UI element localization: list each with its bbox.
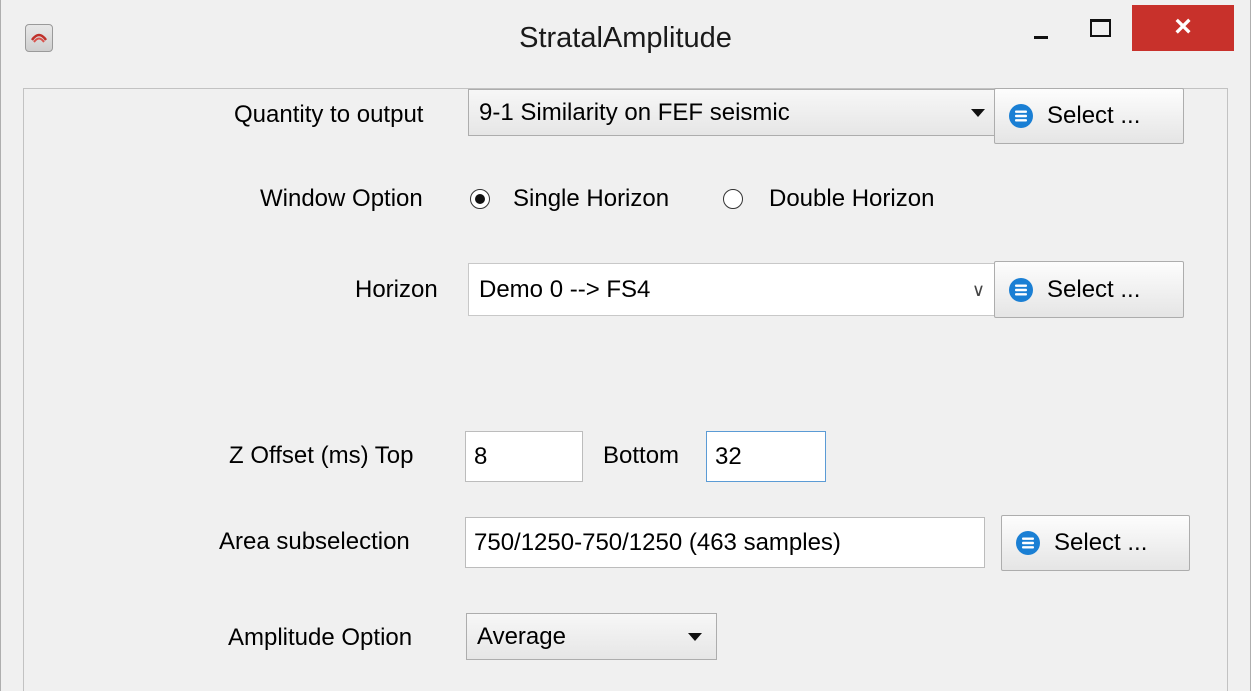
z-offset-bottom-field[interactable] <box>706 431 826 482</box>
minimize-button[interactable] <box>1012 6 1067 50</box>
horizon-select-button[interactable]: Select ... <box>994 261 1184 318</box>
close-button[interactable]: × <box>1132 5 1234 51</box>
quantity-select-button[interactable]: Select ... <box>994 88 1184 144</box>
z-offset-bottom-label: Bottom <box>603 442 680 469</box>
area-subselection-input[interactable] <box>466 518 984 567</box>
select-button-label: Select ... <box>1047 275 1141 303</box>
double-horizon-label[interactable]: Double Horizon <box>769 185 934 213</box>
double-horizon-radio[interactable] <box>723 189 743 209</box>
quantity-dropdown[interactable]: 9-1 Similarity on FEF seismic <box>468 89 1000 136</box>
maximize-icon <box>1090 19 1111 37</box>
quantity-label: Quantity to output <box>234 101 424 128</box>
select-button-label: Select ... <box>1047 102 1141 129</box>
select-button-label: Select ... <box>1054 529 1148 556</box>
list-icon <box>1009 277 1033 302</box>
dropdown-arrow-icon <box>688 632 702 641</box>
dropdown-arrow-icon <box>971 108 985 117</box>
quantity-value: 9-1 Similarity on FEF seismic <box>479 98 790 126</box>
minimize-icon <box>1034 36 1048 39</box>
list-icon <box>1009 104 1033 128</box>
window-option-label: Window Option <box>260 185 423 212</box>
chevron-down-icon: ∨ <box>971 279 985 300</box>
stratal-amplitude-window: StratalAmplitude × Quantity to output 9-… <box>0 0 1251 691</box>
z-offset-top-field[interactable] <box>465 431 583 482</box>
amplitude-option-label: Amplitude Option <box>228 624 413 651</box>
horizon-value: Demo 0 --> FS4 <box>479 275 651 303</box>
title-bar[interactable]: StratalAmplitude × <box>1 0 1250 88</box>
maximize-button[interactable] <box>1071 6 1129 50</box>
z-offset-bottom-input[interactable] <box>707 432 825 481</box>
horizon-label: Horizon <box>355 276 438 303</box>
dialog-content: Quantity to output 9-1 Similarity on FEF… <box>23 88 1228 691</box>
area-subselection-field[interactable] <box>465 517 985 568</box>
z-offset-top-input[interactable] <box>466 432 582 481</box>
area-subselection-label: Area subselection <box>219 528 410 555</box>
amplitude-option-value: Average <box>477 622 566 650</box>
single-horizon-label[interactable]: Single Horizon <box>513 185 669 213</box>
amplitude-option-dropdown[interactable]: Average <box>466 613 717 660</box>
close-icon: × <box>1174 10 1192 43</box>
area-select-button[interactable]: Select ... <box>1001 515 1190 571</box>
z-offset-top-label: Z Offset (ms) Top <box>229 442 414 469</box>
horizon-dropdown[interactable]: Demo 0 --> FS4 ∨ <box>468 263 1000 316</box>
single-horizon-radio[interactable] <box>470 189 490 209</box>
list-icon <box>1016 531 1040 555</box>
